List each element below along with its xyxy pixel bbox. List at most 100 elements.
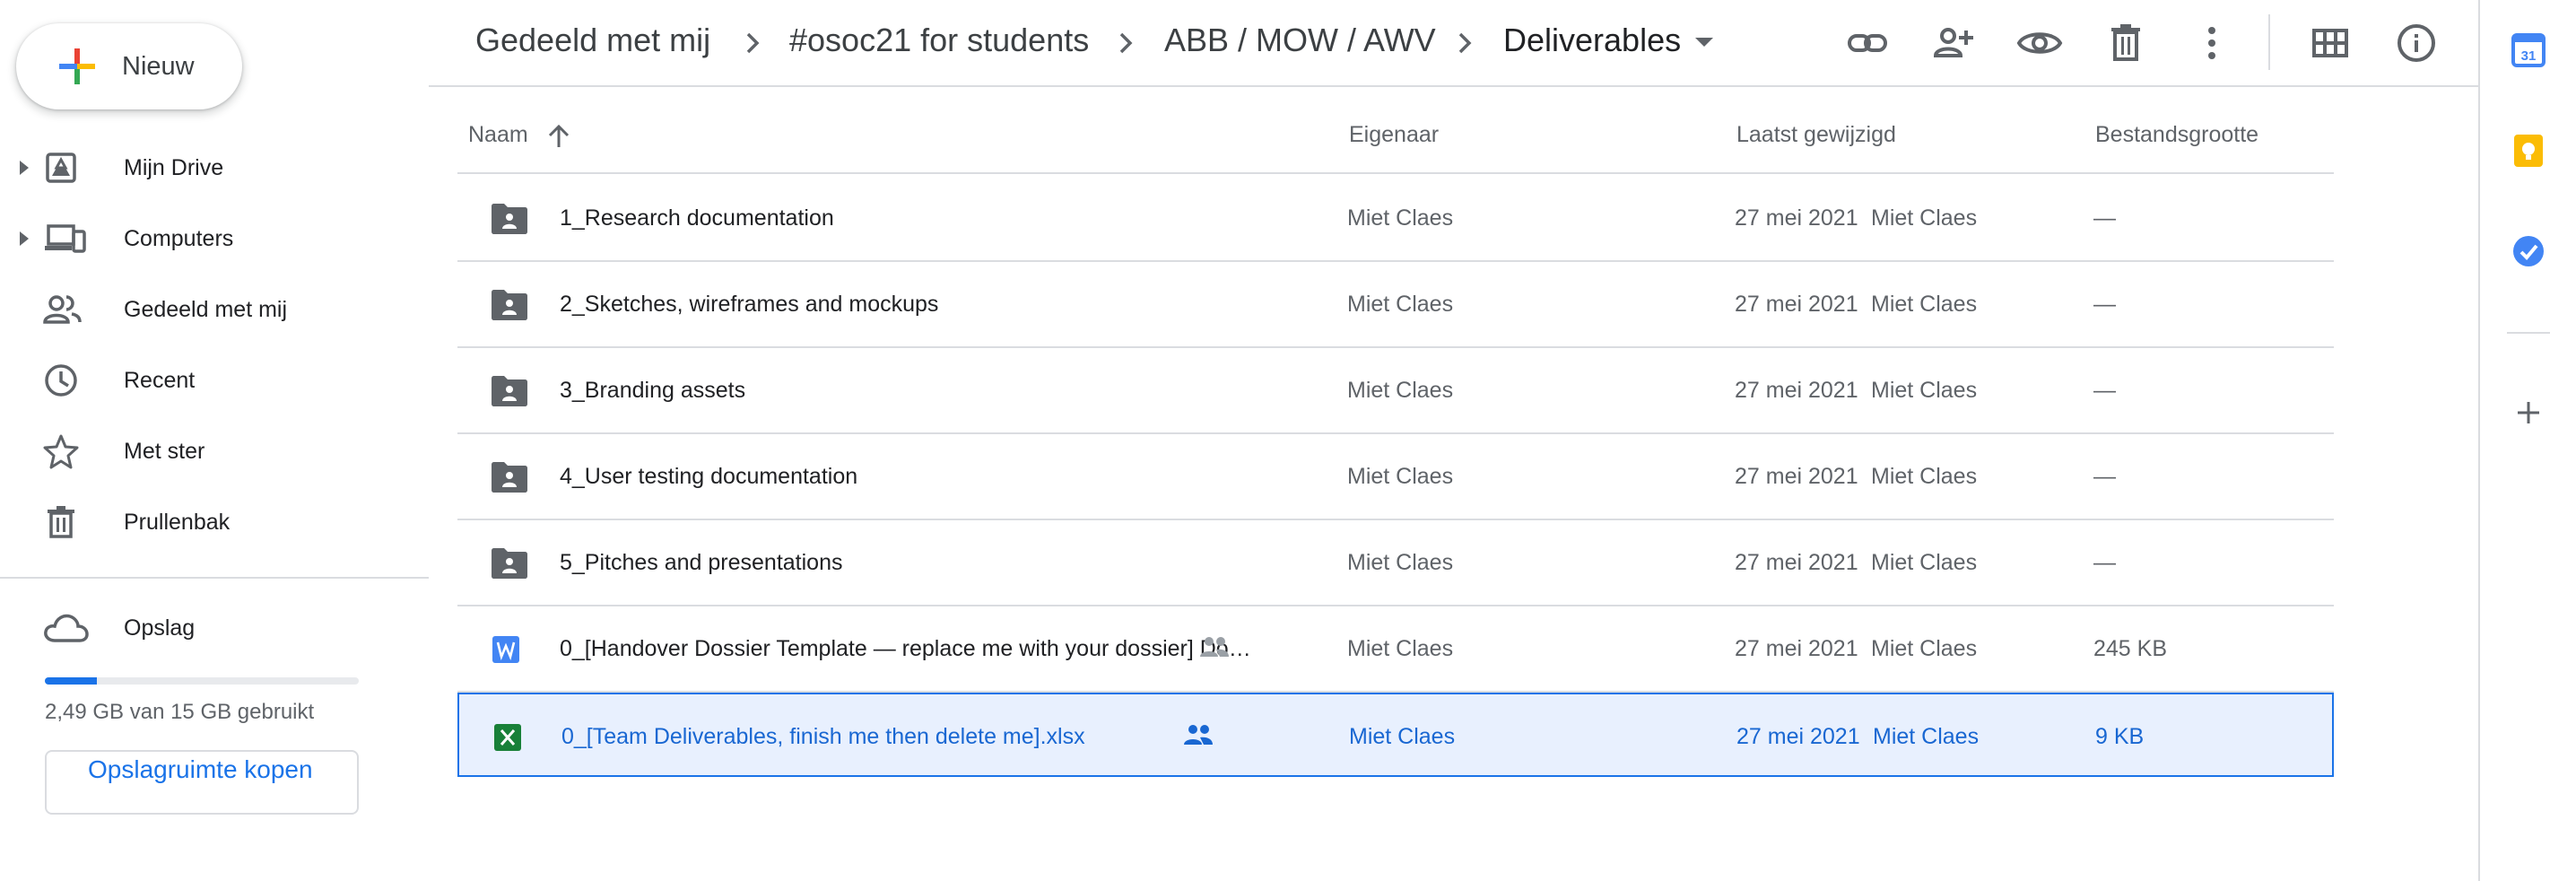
chevron-right-icon — [1458, 32, 1472, 54]
file-name[interactable]: 3_Branding assets — [560, 378, 745, 404]
sidebar-item-storage[interactable]: Opslag — [0, 599, 429, 657]
table-row[interactable]: 2_Sketches, wireframes and mockups Miet C… — [457, 262, 2334, 348]
shared-folder-icon — [492, 290, 527, 320]
file-modified-date: 27 mei 2021 — [1735, 464, 1858, 489]
sidebar: Nieuw Mijn Drive Computers Gedeeld met m… — [0, 0, 429, 881]
buy-storage-button[interactable]: Opslagruimte kopen — [45, 750, 359, 815]
shared-people-icon — [1200, 637, 1229, 657]
shared-people-icon — [1184, 725, 1213, 745]
storage-progress-fill — [45, 677, 98, 685]
file-name[interactable]: 0_[Team Deliverables, finish me then del… — [561, 724, 1085, 750]
add-person-icon[interactable] — [1930, 20, 1977, 66]
file-name[interactable]: 4_User testing documentation — [560, 464, 857, 490]
file-name[interactable]: 5_Pitches and presentations — [560, 550, 843, 576]
sidebar-item-label: Opslag — [124, 615, 196, 641]
file-size: — — [2093, 378, 2116, 403]
file-size: — — [2093, 292, 2116, 317]
grid-view-icon[interactable] — [2307, 20, 2354, 66]
trash-icon[interactable] — [2102, 20, 2149, 66]
link-icon[interactable] — [1844, 20, 1891, 66]
tasks-icon[interactable] — [2511, 233, 2546, 269]
file-size: 9 KB — [2095, 724, 2145, 749]
sidebar-item-label: Gedeeld met mij — [124, 296, 288, 322]
sidebar-divider — [0, 577, 429, 579]
sidebar-item-shared-with-me[interactable]: Gedeeld met mij — [0, 281, 429, 338]
shared-folder-icon — [492, 462, 527, 493]
file-modified-by: Miet Claes — [1871, 550, 1978, 575]
trash-icon — [48, 506, 74, 538]
excel-sheet-icon — [494, 724, 521, 751]
table-row[interactable]: 4_User testing documentation Miet Claes 27… — [457, 434, 2334, 520]
table-header: Naam Eigenaar Laatst gewijzigd Bestandsg… — [457, 93, 2334, 174]
file-modified-by: Miet Claes — [1871, 636, 1978, 661]
file-modified-date: 27 mei 2021 — [1735, 292, 1858, 317]
file-name[interactable]: 0_[Handover Dossier Template — replace m… — [560, 636, 1251, 662]
column-header-modified[interactable]: Laatst gewijzigd — [1736, 122, 1896, 148]
svg-text:31: 31 — [2521, 48, 2537, 64]
sidebar-item-label: Met ster — [124, 438, 205, 464]
add-icon[interactable] — [2511, 395, 2546, 431]
preview-icon[interactable] — [2016, 20, 2063, 66]
folder-dropdown-icon[interactable] — [1695, 38, 1713, 47]
header: Gedeeld met mij #osoc21 for students ABB… — [429, 0, 2478, 87]
breadcrumb-shared-with-me[interactable]: Gedeeld met mij — [475, 22, 710, 59]
sidebar-item-trash[interactable]: Prullenbak — [0, 493, 429, 551]
shared-folder-icon — [492, 204, 527, 234]
calendar-icon[interactable]: 31 — [2511, 32, 2546, 68]
file-name[interactable]: 1_Research documentation — [560, 205, 834, 231]
expand-arrow-icon[interactable] — [18, 231, 30, 247]
storage-progress-bar — [45, 677, 359, 685]
new-button-label: Nieuw — [122, 51, 195, 81]
column-header-name[interactable]: Naam — [468, 122, 528, 148]
file-owner: Miet Claes — [1349, 724, 1456, 749]
file-modified-date: 27 mei 2021 — [1735, 205, 1858, 231]
breadcrumb-osoc21[interactable]: #osoc21 for students — [789, 22, 1089, 59]
file-modified-date: 27 mei 2021 — [1736, 724, 1860, 749]
sidebar-item-recent[interactable]: Recent — [0, 352, 429, 409]
file-owner: Miet Claes — [1347, 550, 1454, 575]
table-row[interactable]: 5_Pitches and presentations Miet Claes 27 … — [457, 520, 2334, 606]
column-header-size[interactable]: Bestandsgrootte — [2095, 122, 2258, 148]
table-row[interactable]: 3_Branding assets Miet Claes 27 mei 2021 Mi… — [457, 348, 2334, 434]
new-button[interactable]: Nieuw — [16, 23, 242, 109]
breadcrumb-abb-mow-awv[interactable]: ABB / MOW / AWV — [1164, 22, 1436, 59]
file-size: — — [2093, 205, 2116, 231]
file-size: — — [2093, 550, 2116, 575]
sidebar-item-my-drive[interactable]: Mijn Drive — [0, 139, 429, 196]
more-vert-icon[interactable] — [2189, 20, 2235, 66]
cloud-icon — [44, 614, 89, 642]
star-icon — [43, 434, 79, 469]
file-name[interactable]: 2_Sketches, wireframes and mockups — [560, 292, 938, 318]
sidebar-item-label: Recent — [124, 367, 196, 393]
shared-folder-icon — [492, 548, 527, 579]
sort-arrow-up-icon[interactable] — [547, 124, 570, 149]
table-row[interactable]: 0_[Team Deliverables, finish me then del… — [457, 693, 2334, 777]
shared-with-me-icon — [43, 295, 82, 324]
side-panel-divider — [2507, 332, 2550, 334]
computers-icon — [45, 224, 86, 253]
sidebar-item-computers[interactable]: Computers — [0, 210, 429, 267]
expand-arrow-icon[interactable] — [18, 160, 30, 176]
word-doc-icon — [492, 636, 519, 663]
table-row[interactable]: 0_[Handover Dossier Template — replace m… — [457, 606, 2334, 693]
file-modified-by: Miet Claes — [1871, 378, 1978, 403]
keep-icon[interactable] — [2511, 133, 2546, 169]
file-modified-date: 27 mei 2021 — [1735, 378, 1858, 403]
info-icon[interactable] — [2393, 20, 2440, 66]
file-owner: Miet Claes — [1347, 636, 1454, 661]
toolbar-divider — [2268, 14, 2270, 70]
column-header-owner[interactable]: Eigenaar — [1349, 122, 1439, 148]
sidebar-item-label: Mijn Drive — [124, 154, 224, 180]
file-owner: Miet Claes — [1347, 205, 1454, 231]
chevron-right-icon — [1119, 32, 1133, 54]
sidebar-item-starred[interactable]: Met ster — [0, 423, 429, 480]
table-row[interactable]: 1_Research documentation Miet Claes 27 mei… — [457, 176, 2334, 262]
file-modified-by: Miet Claes — [1871, 292, 1978, 317]
plus-multicolor-icon — [59, 48, 95, 84]
file-modified-by: Miet Claes — [1871, 464, 1978, 489]
file-modified-by: Miet Claes — [1873, 724, 1980, 749]
file-owner: Miet Claes — [1347, 292, 1454, 317]
file-modified-date: 27 mei 2021 — [1735, 550, 1858, 575]
breadcrumb-current-folder[interactable]: Deliverables — [1503, 22, 1681, 59]
chevron-right-icon — [746, 32, 760, 54]
